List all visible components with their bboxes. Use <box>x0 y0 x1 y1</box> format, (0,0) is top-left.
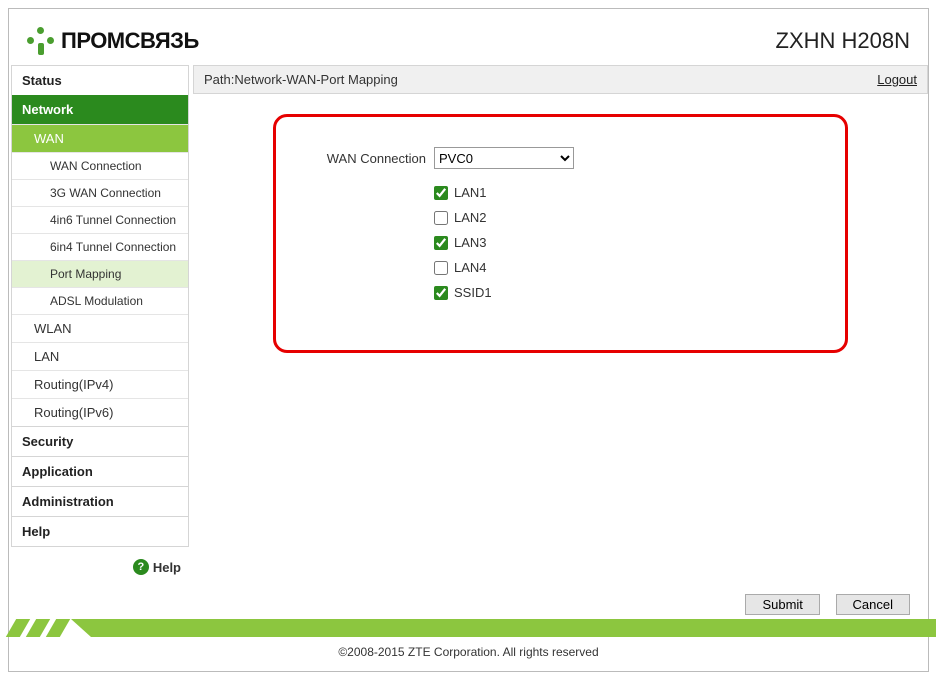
port-checkbox-lan3[interactable] <box>434 236 448 250</box>
path-bar: Path:Network-WAN-Port Mapping Logout <box>193 65 928 94</box>
wan-connection-label: WAN Connection <box>296 151 426 166</box>
port-checkbox-row: LAN1 <box>434 185 825 200</box>
port-checkbox-lan4[interactable] <box>434 261 448 275</box>
nav-security[interactable]: Security <box>12 426 188 456</box>
nav-application[interactable]: Application <box>12 456 188 486</box>
nav-adsl[interactable]: ADSL Modulation <box>12 287 188 314</box>
port-checkbox-label: LAN3 <box>454 235 487 250</box>
port-checkbox-label: LAN1 <box>454 185 487 200</box>
breadcrumb: Path:Network-WAN-Port Mapping <box>204 72 398 87</box>
nav-routing-ipv4[interactable]: Routing(IPv4) <box>12 370 188 398</box>
logo: ПРОМСВЯЗЬ <box>27 27 199 55</box>
submit-button[interactable]: Submit <box>745 594 819 615</box>
port-checkbox-lan1[interactable] <box>434 186 448 200</box>
port-checkbox-label: LAN4 <box>454 260 487 275</box>
nav-3g-wan[interactable]: 3G WAN Connection <box>12 179 188 206</box>
help-label: Help <box>153 560 181 575</box>
brand-icon <box>27 27 55 55</box>
cancel-button[interactable]: Cancel <box>836 594 910 615</box>
footer-strip <box>11 619 926 637</box>
nav-6in4[interactable]: 6in4 Tunnel Connection <box>12 233 188 260</box>
port-checkbox-row: LAN4 <box>434 260 825 275</box>
header: ПРОМСВЯЗЬ ZXHN H208N <box>9 9 928 65</box>
nav-4in6[interactable]: 4in6 Tunnel Connection <box>12 206 188 233</box>
nav-wan[interactable]: WAN <box>12 124 188 152</box>
logout-link[interactable]: Logout <box>877 72 917 87</box>
footer-buttons: Submit Cancel <box>733 594 910 615</box>
port-checkbox-ssid1[interactable] <box>434 286 448 300</box>
help-link[interactable]: ? Help <box>11 547 189 587</box>
port-checkbox-label: SSID1 <box>454 285 492 300</box>
nav-port-mapping[interactable]: Port Mapping <box>12 260 188 287</box>
port-checkbox-row: SSID1 <box>434 285 825 300</box>
nav-help[interactable]: Help <box>12 516 188 546</box>
model-label: ZXHN H208N <box>776 28 910 54</box>
port-checkbox-row: LAN2 <box>434 210 825 225</box>
port-mapping-panel: WAN Connection PVC0 LAN1 LAN2 LAN3 LAN4 SSID… <box>273 114 848 353</box>
port-checkbox-row: LAN3 <box>434 235 825 250</box>
help-icon: ? <box>133 559 149 575</box>
nav-wlan[interactable]: WLAN <box>12 314 188 342</box>
nav-lan[interactable]: LAN <box>12 342 188 370</box>
port-checkbox-lan2[interactable] <box>434 211 448 225</box>
nav-wan-connection[interactable]: WAN Connection <box>12 152 188 179</box>
nav-network[interactable]: Network <box>12 95 188 124</box>
copyright: ©2008-2015 ZTE Corporation. All rights r… <box>9 645 928 659</box>
nav-status[interactable]: Status <box>12 66 188 95</box>
wan-connection-select[interactable]: PVC0 <box>434 147 574 169</box>
nav-administration[interactable]: Administration <box>12 486 188 516</box>
port-checkbox-label: LAN2 <box>454 210 487 225</box>
nav-routing-ipv6[interactable]: Routing(IPv6) <box>12 398 188 426</box>
brand-text: ПРОМСВЯЗЬ <box>61 28 199 54</box>
content: Path:Network-WAN-Port Mapping Logout WAN… <box>189 65 928 587</box>
sidebar: Status Network WAN WAN Connection 3G WAN… <box>11 65 189 587</box>
